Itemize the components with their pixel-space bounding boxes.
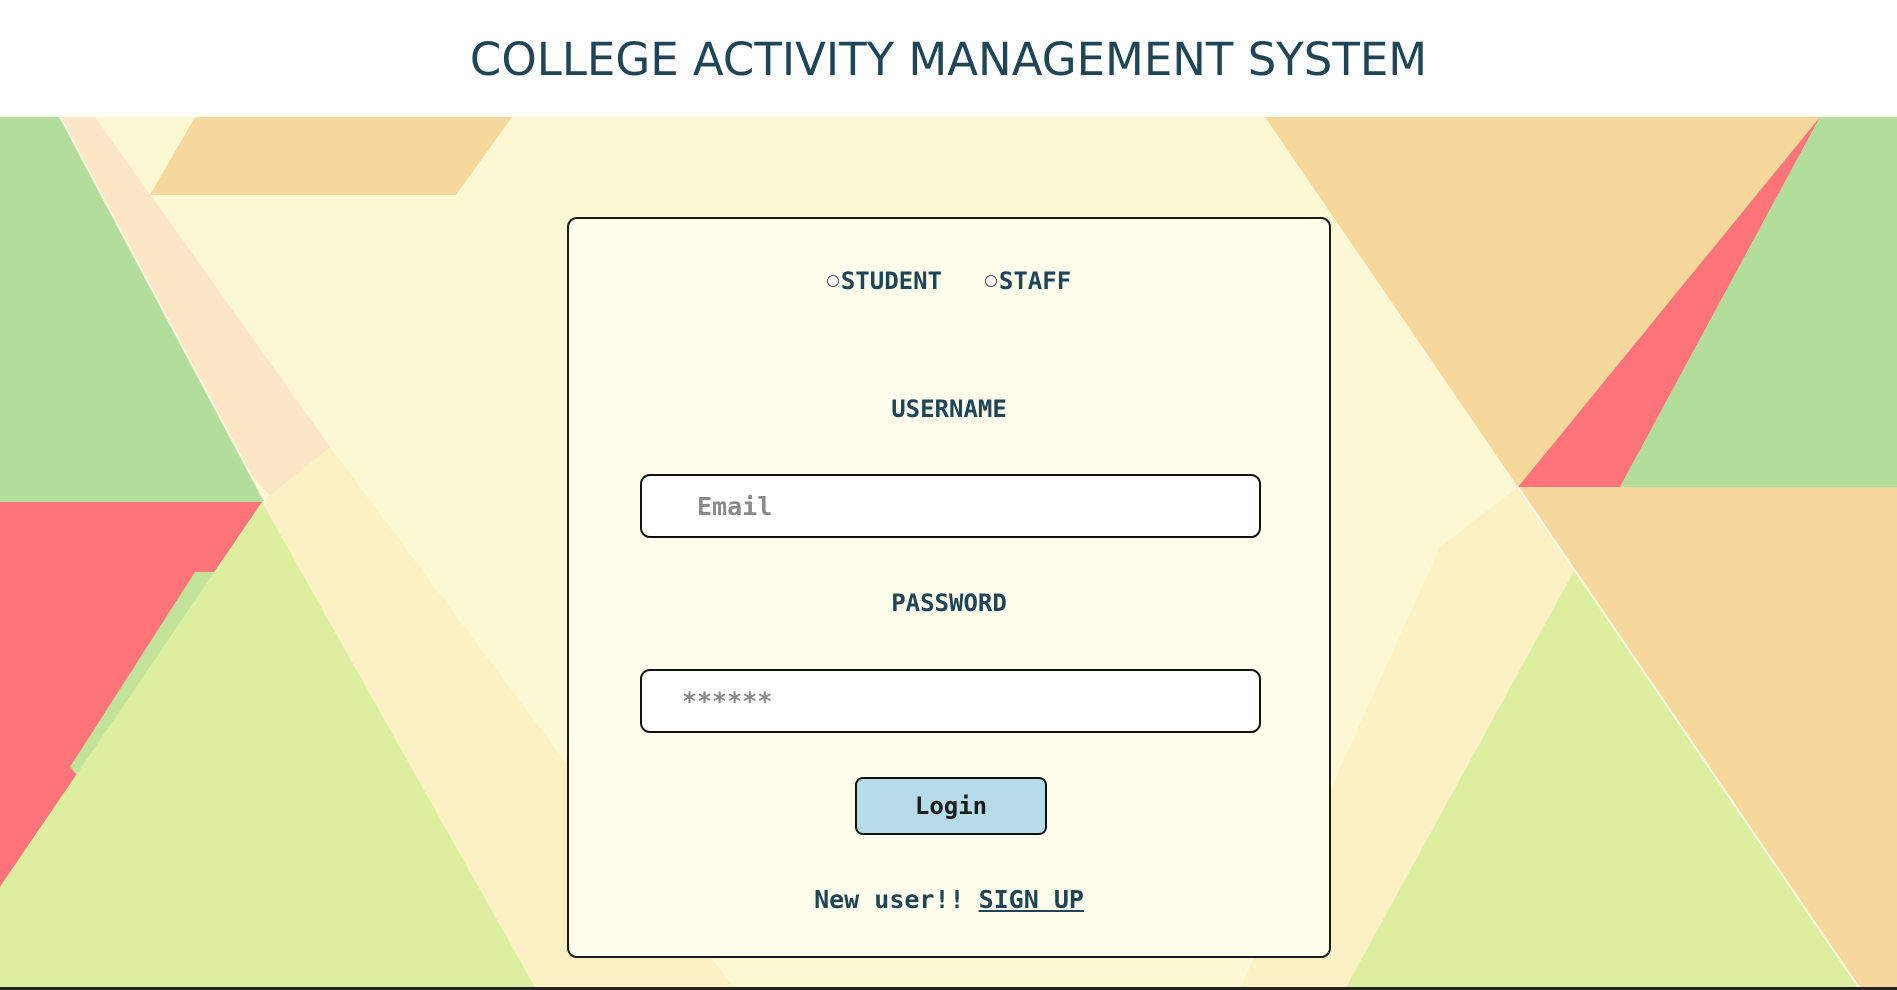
signup-prompt: New user!! — [814, 885, 965, 914]
role-option-student[interactable]: STUDENT — [826, 267, 942, 295]
login-card: STUDENT STAFF USERNAME PASSWORD Login Ne… — [567, 217, 1331, 958]
student-label: STUDENT — [840, 267, 942, 295]
email-input[interactable] — [640, 474, 1261, 538]
signup-row: New user!! SIGN UP — [569, 885, 1329, 914]
username-label: USERNAME — [891, 395, 1007, 423]
staff-radio[interactable] — [984, 275, 997, 287]
role-selector: STUDENT STAFF — [569, 265, 1329, 295]
student-radio[interactable] — [826, 275, 839, 287]
password-label: PASSWORD — [891, 589, 1007, 617]
signup-link[interactable]: SIGN UP — [979, 885, 1084, 914]
app-header: COLLEGE ACTIVITY MANAGEMENT SYSTEM — [0, 0, 1897, 117]
login-button[interactable]: Login — [855, 777, 1047, 835]
page-title: COLLEGE ACTIVITY MANAGEMENT SYSTEM — [469, 33, 1428, 86]
password-input[interactable] — [640, 669, 1261, 733]
staff-label: STAFF — [998, 267, 1072, 295]
role-option-staff[interactable]: STAFF — [984, 267, 1072, 295]
